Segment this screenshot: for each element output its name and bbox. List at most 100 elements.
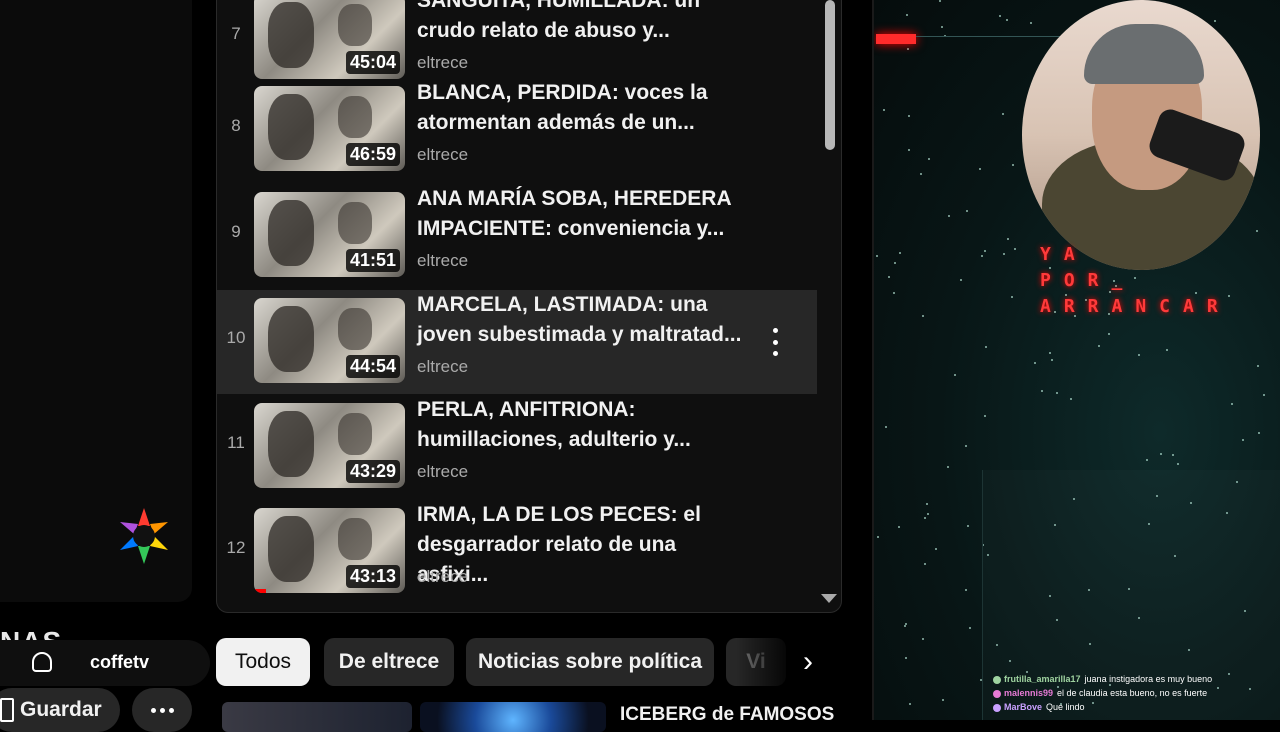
star xyxy=(1098,345,1100,347)
video-thumbnail[interactable]: 43:29 xyxy=(254,403,405,488)
star xyxy=(984,415,986,417)
star xyxy=(1030,22,1032,24)
star xyxy=(1172,454,1174,456)
video-channel[interactable]: eltrece xyxy=(417,357,468,377)
star xyxy=(908,149,910,151)
video-channel[interactable]: eltrece xyxy=(417,251,468,271)
star xyxy=(966,210,968,212)
star xyxy=(984,250,986,252)
star xyxy=(888,276,890,278)
star xyxy=(1012,164,1014,166)
save-button[interactable]: Guardar xyxy=(0,688,120,732)
star xyxy=(1177,463,1179,465)
star xyxy=(1041,390,1043,392)
playlist-item[interactable]: 10 44:54 MARCELA, LASTIMADA: una joven s… xyxy=(217,290,817,394)
divider xyxy=(916,36,1066,37)
bell-icon[interactable] xyxy=(32,652,52,672)
chat-text: juana instigadora es muy bueno xyxy=(1084,674,1213,684)
chat-badge-icon xyxy=(993,703,1001,712)
video-channel[interactable]: eltrece xyxy=(417,145,468,165)
chat-text: el de claudia esta bueno, no es fuerte xyxy=(1057,688,1208,698)
star xyxy=(924,517,926,519)
video-thumbnail[interactable]: 41:51 xyxy=(254,192,405,277)
star xyxy=(1214,20,1216,22)
star xyxy=(885,426,887,428)
channel-pill[interactable]: coffetv xyxy=(0,640,210,686)
video-title[interactable]: PERLA, ANFITRIONA: humillaciones, adulte… xyxy=(417,395,747,455)
video-channel[interactable]: eltrece xyxy=(417,567,468,587)
star xyxy=(927,513,929,515)
star xyxy=(904,625,906,627)
playlist-item[interactable]: 11 43:29 PERLA, ANFITRIONA: humillacione… xyxy=(217,395,817,499)
star xyxy=(1257,365,1259,367)
star xyxy=(1003,253,1005,255)
star xyxy=(877,536,879,538)
video-thumbnail[interactable]: 45:04 xyxy=(254,0,405,79)
recommendation-thumbnail[interactable] xyxy=(222,702,412,732)
chat-user: malennis99 xyxy=(1004,688,1054,698)
star xyxy=(926,503,928,505)
playlist-item[interactable]: 12 43:13 IRMA, LA DE LOS PECES: el desga… xyxy=(217,500,817,604)
star xyxy=(1242,439,1244,441)
star xyxy=(907,48,909,50)
chip-de-eltrece[interactable]: De eltrece xyxy=(324,638,454,686)
star xyxy=(979,168,981,170)
recommendation-thumbnail-2[interactable] xyxy=(420,702,606,732)
kebab-menu-icon[interactable] xyxy=(765,328,785,356)
video-duration: 43:29 xyxy=(345,460,400,483)
video-channel[interactable]: eltrece xyxy=(417,53,468,73)
video-title[interactable]: BLANCA, PERDIDA: voces la atormentan ade… xyxy=(417,78,747,138)
star xyxy=(905,623,907,625)
chevron-right-icon[interactable]: › xyxy=(790,644,826,680)
video-duration: 46:59 xyxy=(345,143,400,166)
star xyxy=(935,548,937,550)
video-title[interactable]: SANGUITA, HUMILLADA: un crudo relato de … xyxy=(417,0,747,46)
save-label: Guardar xyxy=(20,698,102,721)
playlist-index: 8 xyxy=(231,116,241,135)
playlist-index: 11 xyxy=(227,433,245,452)
star xyxy=(1263,394,1265,396)
star xyxy=(1006,19,1008,21)
scrollbar[interactable] xyxy=(825,0,835,150)
chip-fade xyxy=(736,638,796,686)
eltrece-logo-icon xyxy=(120,508,168,564)
star xyxy=(899,252,901,254)
star xyxy=(941,26,943,28)
star xyxy=(876,255,878,257)
scroll-down-arrow-icon[interactable] xyxy=(821,594,837,603)
star xyxy=(969,627,971,629)
star xyxy=(1146,459,1148,461)
playlist-item[interactable]: 8 46:59 BLANCA, PERDIDA: voces la atorme… xyxy=(217,78,817,182)
chip-noticias-politica[interactable]: Noticias sobre política xyxy=(466,638,714,686)
star xyxy=(922,315,924,317)
star xyxy=(920,173,922,175)
chip-todos[interactable]: Todos xyxy=(216,638,310,686)
star xyxy=(924,563,926,565)
star xyxy=(1014,248,1016,250)
channel-name[interactable]: coffetv xyxy=(90,652,149,673)
star xyxy=(999,15,1001,17)
video-duration: 45:04 xyxy=(345,51,400,74)
chat-text: Que lindo xyxy=(1046,702,1085,712)
video-thumbnail[interactable]: 44:54 xyxy=(254,298,405,383)
recommendation-title[interactable]: ICEBERG de FAMOSOS xyxy=(620,704,834,726)
star xyxy=(1007,238,1009,240)
more-actions-button[interactable] xyxy=(132,688,192,732)
video-channel[interactable]: eltrece xyxy=(417,462,468,482)
star xyxy=(1011,296,1013,298)
playlist-item[interactable]: 7 45:04 SANGUITA, HUMILLADA: un crudo re… xyxy=(217,0,817,90)
video-thumbnail[interactable]: 43:13 xyxy=(254,508,405,593)
star xyxy=(894,262,896,264)
star xyxy=(1056,392,1058,394)
star xyxy=(948,215,950,217)
star xyxy=(965,445,967,447)
video-title[interactable]: ANA MARÍA SOBA, HEREDERA IMPACIENTE: con… xyxy=(417,184,747,244)
playlist-panel: 7 45:04 SANGUITA, HUMILLADA: un crudo re… xyxy=(216,0,842,613)
video-thumbnail[interactable]: 46:59 xyxy=(254,86,405,171)
video-title[interactable]: MARCELA, LASTIMADA: una joven subestimad… xyxy=(417,290,747,350)
video-duration: 44:54 xyxy=(345,355,400,378)
neon-line-1: YA xyxy=(1040,244,1088,265)
playlist-index: 7 xyxy=(231,24,241,43)
playlist-item[interactable]: 9 41:51 ANA MARÍA SOBA, HEREDERA IMPACIE… xyxy=(217,184,817,288)
star xyxy=(1070,398,1072,400)
